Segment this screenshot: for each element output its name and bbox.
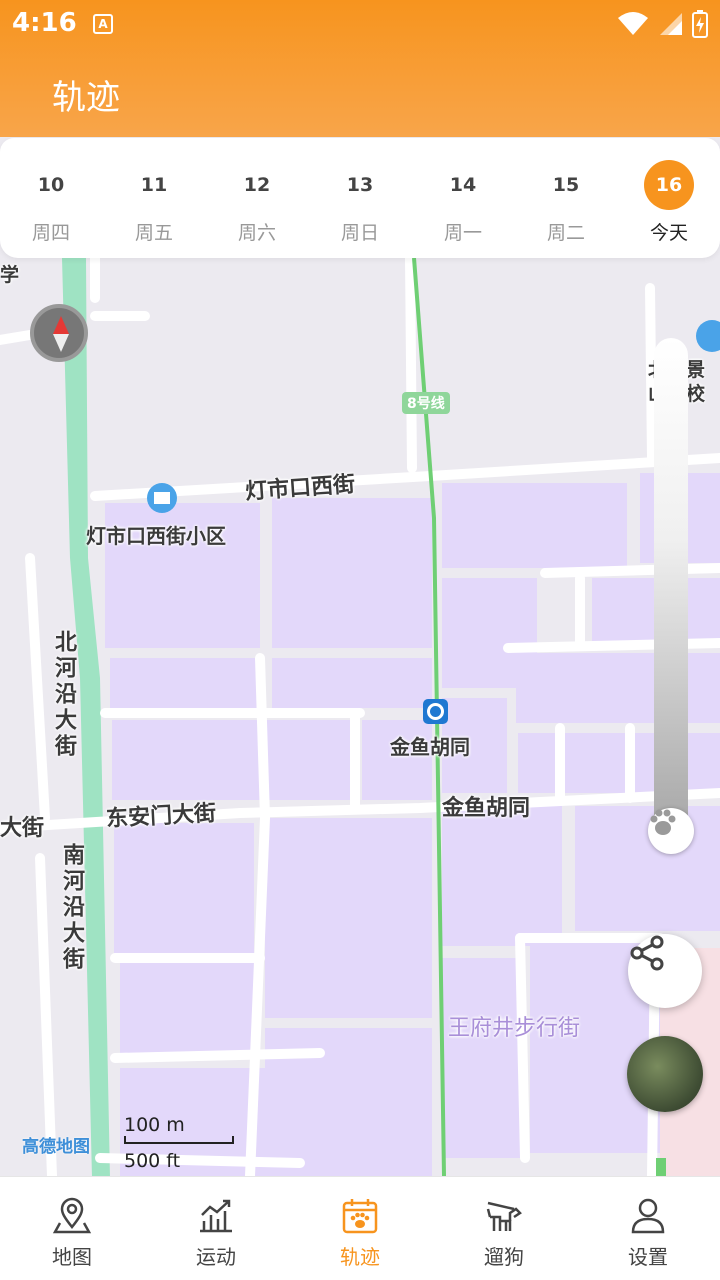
paw-icon bbox=[650, 809, 676, 835]
battery-icon bbox=[692, 10, 708, 38]
school-pin-icon[interactable] bbox=[696, 320, 720, 352]
metro-station-icon[interactable] bbox=[423, 699, 448, 724]
calendar-paw-icon bbox=[342, 1199, 378, 1234]
nav-label: 运动 bbox=[196, 1245, 236, 1269]
date-selector: 10 周四 11 周五 12 周六 13 周日 14 周一 15 周二 16 今天 bbox=[0, 138, 720, 258]
street-label-beiheyan: 北河沿大街 bbox=[51, 630, 76, 760]
date-number: 16 bbox=[644, 160, 694, 210]
nav-item-track[interactable]: 轨迹 bbox=[288, 1177, 432, 1280]
zoom-slider-thumb[interactable] bbox=[648, 808, 694, 854]
street-label-donganmen: 东安门大街 bbox=[105, 801, 217, 832]
nav-item-map[interactable]: 地图 bbox=[0, 1177, 144, 1280]
share-button[interactable] bbox=[628, 934, 702, 1008]
wifi-icon bbox=[618, 12, 648, 35]
date-weekday: 周二 bbox=[546, 222, 585, 244]
nav-item-settings[interactable]: 设置 bbox=[576, 1177, 720, 1280]
date-item-13[interactable]: 13 周日 bbox=[310, 160, 410, 245]
date-number: 11 bbox=[140, 174, 168, 196]
status-time: 4:16 bbox=[12, 8, 77, 38]
zoom-slider-track[interactable] bbox=[654, 338, 688, 838]
street-label-dajie: 大街 bbox=[0, 816, 45, 841]
community-pin-icon[interactable] bbox=[147, 483, 177, 513]
date-item-11[interactable]: 11 周五 bbox=[104, 160, 204, 245]
date-weekday: 周五 bbox=[134, 222, 173, 244]
metro-line-label: 8号线 bbox=[402, 392, 450, 414]
date-item-14[interactable]: 14 周一 bbox=[413, 160, 513, 245]
partial-label-left: 学 bbox=[0, 264, 20, 286]
map-view[interactable]: 8号线 灯市口西街 灯市口西街小区 北河沿大街 南河沿大街 大街 东安门大街 金… bbox=[0, 258, 720, 1176]
page-title: 轨迹 bbox=[52, 78, 120, 118]
date-item-12[interactable]: 12 周六 bbox=[207, 160, 307, 245]
map-canvas bbox=[0, 258, 720, 1176]
satellite-layer-button[interactable] bbox=[627, 1036, 703, 1112]
street-label-jinyu: 金鱼胡同 bbox=[442, 796, 531, 821]
nav-label: 地图 bbox=[52, 1245, 92, 1269]
scale-imperial: 500 ft bbox=[124, 1150, 181, 1172]
nav-item-walk[interactable]: 遛狗 bbox=[432, 1177, 576, 1280]
date-number: 12 bbox=[243, 174, 271, 196]
date-number: 14 bbox=[449, 174, 477, 196]
date-item-10[interactable]: 10 周四 bbox=[1, 160, 101, 245]
map-pin-icon bbox=[52, 1197, 92, 1234]
date-number: 13 bbox=[346, 174, 374, 196]
signal-icon bbox=[660, 13, 682, 35]
scale-metric: 100 m bbox=[124, 1114, 185, 1136]
notification-icon: A bbox=[93, 14, 113, 34]
date-weekday: 今天 bbox=[649, 222, 688, 244]
nav-item-sport[interactable]: 运动 bbox=[144, 1177, 288, 1280]
status-icons bbox=[618, 10, 708, 38]
date-weekday: 周六 bbox=[237, 222, 276, 244]
street-label-nanheyan: 南河沿大街 bbox=[59, 843, 84, 973]
app-header: 4:16 A 轨迹 bbox=[0, 0, 720, 137]
user-icon bbox=[631, 1198, 665, 1234]
date-number: 10 bbox=[37, 174, 65, 196]
community-label: 灯市口西街小区 bbox=[86, 524, 226, 548]
nav-label: 轨迹 bbox=[340, 1245, 380, 1269]
bottom-nav: 地图 运动 轨迹 遛狗 设置 bbox=[0, 1176, 720, 1280]
street-label-wangfujing: 王府井步行街 bbox=[448, 1016, 581, 1041]
scale-bar bbox=[124, 1136, 234, 1144]
nav-label: 遛狗 bbox=[484, 1245, 524, 1269]
map-logo: 高德地图 bbox=[22, 1137, 90, 1157]
share-icon bbox=[630, 935, 664, 971]
date-weekday: 周一 bbox=[443, 222, 482, 244]
station-label: 金鱼胡同 bbox=[390, 735, 470, 759]
chart-icon bbox=[200, 1199, 232, 1233]
date-number: 15 bbox=[552, 174, 580, 196]
dog-walk-icon bbox=[486, 1201, 522, 1231]
compass-icon[interactable] bbox=[30, 304, 88, 362]
date-weekday: 周四 bbox=[31, 222, 70, 244]
date-item-15[interactable]: 15 周二 bbox=[516, 160, 616, 245]
date-item-16[interactable]: 16 今天 bbox=[619, 160, 719, 245]
date-weekday: 周日 bbox=[340, 222, 379, 244]
nav-label: 设置 bbox=[628, 1245, 668, 1269]
